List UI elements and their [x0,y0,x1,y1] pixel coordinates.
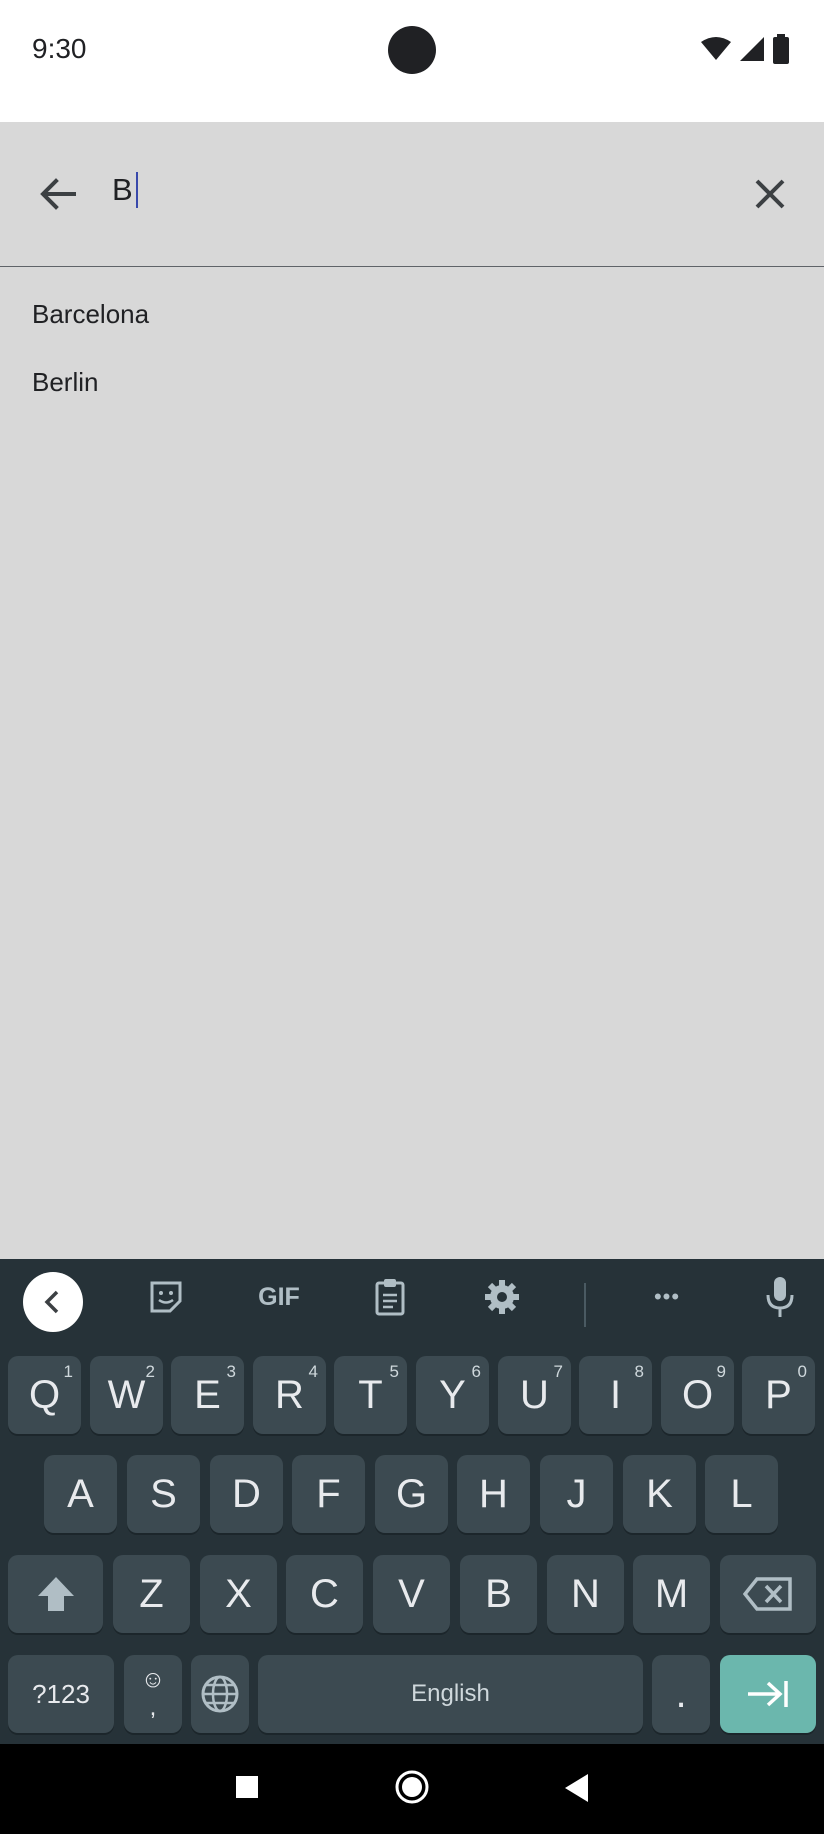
key-f[interactable]: F [292,1455,365,1533]
search-query-text: B [112,172,133,207]
search-screen: B Barcelona Berlin [0,122,824,1259]
comma-label: , [149,1694,157,1721]
key-h[interactable]: H [457,1455,530,1533]
key-c[interactable]: C [286,1555,363,1633]
key-a[interactable]: A [44,1455,117,1533]
enter-key[interactable] [720,1655,816,1733]
key-q[interactable]: Q1 [8,1356,81,1434]
voice-input-button[interactable] [752,1269,808,1325]
back-nav-icon[interactable] [564,1773,590,1803]
suggestion-berlin[interactable]: Berlin [32,367,98,398]
key-w[interactable]: W2 [90,1356,163,1434]
key-o[interactable]: O9 [661,1356,734,1434]
shift-key[interactable] [8,1555,103,1633]
status-bar: 9:30 [0,0,824,122]
shift-icon [37,1577,74,1611]
key-i[interactable]: I8 [579,1356,652,1434]
keyboard-settings-button[interactable] [474,1269,530,1325]
gear-icon [485,1280,519,1314]
status-time: 9:30 [32,33,87,64]
key-m[interactable]: M [633,1555,710,1633]
key-b[interactable]: B [460,1555,537,1633]
key-u[interactable]: U7 [498,1356,571,1434]
gif-button[interactable]: GIF [250,1269,308,1325]
key-z[interactable]: Z [113,1555,190,1633]
backspace-icon [743,1577,792,1611]
wifi-icon [701,37,731,60]
key-e[interactable]: E3 [171,1356,244,1434]
key-s[interactable]: S [127,1455,200,1533]
key-k[interactable]: K [623,1455,696,1533]
key-v[interactable]: V [373,1555,450,1633]
back-arrow-icon[interactable] [34,170,82,218]
key-x[interactable]: X [200,1555,277,1633]
key-g[interactable]: G [375,1455,448,1533]
search-input[interactable]: B [112,172,138,208]
home-icon[interactable] [394,1769,430,1805]
text-cursor [135,172,138,208]
key-l[interactable]: L [705,1455,778,1533]
signal-icon [740,37,764,61]
space-key[interactable]: English [258,1655,643,1733]
navigation-bar [0,1744,824,1834]
tab-arrow-icon [748,1681,788,1707]
recents-icon[interactable] [235,1775,259,1799]
mic-icon [766,1277,794,1317]
clear-icon[interactable] [746,170,794,218]
clipboard-button[interactable] [362,1269,418,1325]
keyboard-collapse-button[interactable] [23,1272,83,1332]
emoji-icon: ☺ [140,1666,166,1693]
key-y[interactable]: Y6 [416,1356,489,1434]
more-options-button[interactable]: ••• [639,1269,695,1325]
clipboard-icon [375,1279,405,1316]
status-icons [700,34,790,64]
key-p[interactable]: P0 [742,1356,815,1434]
onscreen-keyboard: GIF ••• Q1 W2 E3 R4 T5 Y6 U7 I8 O9 P0 A … [0,1259,824,1744]
toolbar-divider [584,1283,586,1327]
globe-icon [201,1675,239,1713]
backspace-key[interactable] [720,1555,816,1633]
key-n[interactable]: N [547,1555,624,1633]
sticker-button[interactable] [138,1269,194,1325]
symbols-key[interactable]: ?123 [8,1655,114,1733]
camera-cutout [388,26,436,74]
key-t[interactable]: T5 [334,1356,407,1434]
period-key[interactable]: . [652,1655,710,1733]
key-j[interactable]: J [540,1455,613,1533]
suggestion-barcelona[interactable]: Barcelona [32,299,149,330]
battery-icon [773,34,789,64]
sticker-icon [150,1281,182,1313]
chevron-left-icon [44,1290,59,1314]
search-bar: B [0,122,824,267]
key-r[interactable]: R4 [253,1356,326,1434]
key-d[interactable]: D [210,1455,283,1533]
emoji-comma-key[interactable]: ☺ , [124,1655,182,1733]
language-key[interactable] [191,1655,249,1733]
